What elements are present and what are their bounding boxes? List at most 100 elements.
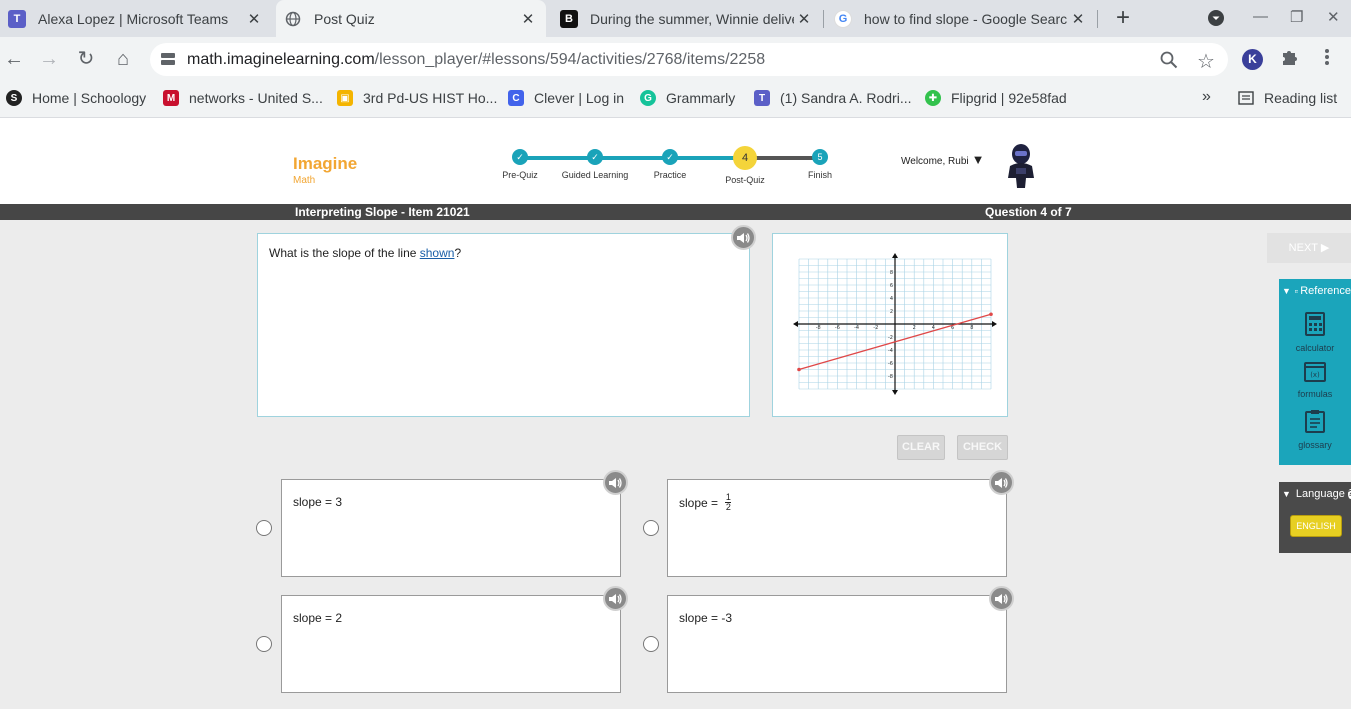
x-tick-label: 2 xyxy=(913,325,916,331)
bookmark-schoology[interactable]: S Home | Schoology xyxy=(6,90,146,106)
x-tick-label: 8 xyxy=(970,325,973,331)
x-axis-arrow-right xyxy=(992,321,997,327)
step-label-guided-learning: Guided Learning xyxy=(561,170,629,180)
reading-list-button[interactable]: Reading list xyxy=(1238,90,1337,106)
y-tick-label: 6 xyxy=(890,283,893,289)
tab-separator xyxy=(823,10,824,28)
answer-radio-2[interactable] xyxy=(643,520,659,536)
fraction: 12 xyxy=(725,492,732,512)
question-audio-speaker-icon[interactable] xyxy=(731,225,756,250)
minimize-icon[interactable]: — xyxy=(1253,8,1268,25)
graph-panel: -8 -6 -4 -2 2 4 6 8 8 6 4 2 -2 -4 -6 -8 xyxy=(772,233,1008,417)
close-tab-icon[interactable]: ✕ xyxy=(518,10,538,28)
progress-line-done xyxy=(520,156,745,160)
bookmark-networks[interactable]: Mnetworks - United S... xyxy=(163,90,323,106)
bookmark-flipgrid[interactable]: ✚ Flipgrid | 92e58fad xyxy=(925,90,1067,106)
welcome-menu[interactable]: Welcome, Rubi ▼ xyxy=(901,152,985,167)
english-language-button[interactable]: ENGLISH xyxy=(1290,515,1342,537)
tab-search-icon[interactable] xyxy=(1207,9,1225,31)
extensions-puzzle-icon[interactable] xyxy=(1280,47,1300,72)
question-text: What is the slope of the line shown? xyxy=(269,246,462,260)
lesson-info-bar: Interpreting Slope - Item 21021 Question… xyxy=(0,204,1351,220)
zoom-icon[interactable] xyxy=(1160,51,1178,74)
answer-text: slope = 2 xyxy=(293,611,343,625)
site-info-icon[interactable] xyxy=(161,53,175,65)
step-label-pre-quiz: Pre-Quiz xyxy=(502,170,538,180)
address-bar[interactable]: math.imaginelearning.com/lesson_player/#… xyxy=(150,43,1228,76)
bookmark-clever[interactable]: C Clever | Log in xyxy=(508,90,624,106)
reading-list-icon xyxy=(1238,90,1254,106)
formulas-tool[interactable]: (x) formulas xyxy=(1279,362,1351,399)
close-tab-icon[interactable]: ✕ xyxy=(244,10,264,28)
x-tick-label: -2 xyxy=(873,325,878,331)
language-toggle[interactable]: ▼ Language ? xyxy=(1279,488,1351,500)
home-icon[interactable]: ⌂ xyxy=(111,47,135,71)
bookmarks-bar: S Home | Schoology Mnetworks - United S..… xyxy=(0,82,1351,118)
back-arrow-icon[interactable]: ← xyxy=(2,47,26,71)
tab-teams[interactable]: T Alexa Lopez | Microsoft Teams ✕ xyxy=(0,0,272,37)
classroom-icon: ▣ xyxy=(337,90,353,106)
tab-brainly[interactable]: B During the summer, Winnie delive ✕ xyxy=(552,0,822,37)
answer-radio-4[interactable] xyxy=(643,636,659,652)
y-tick-label: -2 xyxy=(888,335,893,341)
step-label-practice: Practice xyxy=(653,170,687,180)
answer-choice-4[interactable]: slope = -3 xyxy=(667,595,1007,693)
forward-arrow-icon[interactable]: → xyxy=(37,47,61,71)
glossary-tool[interactable]: glossary xyxy=(1279,409,1351,450)
tab-google-search[interactable]: G how to find slope - Google Search ✕ xyxy=(826,0,1096,37)
bookmark-us-history[interactable]: ▣ 3rd Pd-US HIST Ho... xyxy=(337,90,497,106)
answer-radio-1[interactable] xyxy=(256,520,272,536)
close-tab-icon[interactable]: ✕ xyxy=(1068,10,1088,28)
answer-3-audio-speaker-icon[interactable] xyxy=(603,586,628,611)
answer-choice-1[interactable]: slope = 3 xyxy=(281,479,621,577)
mcgraw-hill-icon: M xyxy=(163,90,179,106)
svg-text:(x): (x) xyxy=(1310,371,1320,379)
shown-glossary-link[interactable]: shown xyxy=(420,246,455,260)
formulas-icon: (x) xyxy=(1304,362,1326,382)
bookmark-grammarly[interactable]: G Grammarly xyxy=(640,90,735,106)
brainly-icon: B xyxy=(560,9,578,28)
browser-toolbar: ← → ↻ ⌂ math.imaginelearning.com/lesson_… xyxy=(0,37,1351,82)
new-tab-plus-icon[interactable]: + xyxy=(1110,5,1136,31)
clever-icon: C xyxy=(508,90,524,106)
answer-radio-3[interactable] xyxy=(256,636,272,652)
answer-choice-3[interactable]: slope = 2 xyxy=(281,595,621,693)
y-tick-label: -4 xyxy=(888,348,893,354)
reference-book-icon xyxy=(1294,289,1299,293)
next-button[interactable]: NEXT ▶ xyxy=(1267,233,1351,263)
check-button[interactable]: CHECK xyxy=(957,435,1008,460)
grammarly-icon: G xyxy=(640,90,656,106)
profile-extension-icon[interactable]: K xyxy=(1242,49,1263,70)
tab-post-quiz[interactable]: Post Quiz ✕ xyxy=(276,0,546,37)
reference-toggle[interactable]: ▼ Reference xyxy=(1279,285,1351,297)
browser-tab-bar: T Alexa Lopez | Microsoft Teams ✕ Post Q… xyxy=(0,0,1351,37)
y-axis-arrow-down xyxy=(892,390,898,395)
answer-choice-2[interactable]: slope = 12 xyxy=(667,479,1007,577)
close-window-icon[interactable]: ✕ xyxy=(1327,8,1340,26)
step-guided-learning-check-icon: ✓ xyxy=(587,149,603,165)
teams-icon: T xyxy=(754,90,770,106)
user-avatar[interactable] xyxy=(1004,142,1038,188)
glossary-icon xyxy=(1305,410,1325,433)
restore-icon[interactable]: ❐ xyxy=(1290,8,1303,26)
answer-text: slope = 12 xyxy=(679,492,732,512)
bookmark-teams[interactable]: T (1) Sandra A. Rodri... xyxy=(754,90,912,106)
clear-button[interactable]: CLEAR xyxy=(897,435,945,460)
y-axis-arrow-up xyxy=(892,253,898,258)
bookmark-star-icon[interactable]: ☆ xyxy=(1197,49,1215,74)
flipgrid-icon: ✚ xyxy=(925,90,941,106)
answer-4-audio-speaker-icon[interactable] xyxy=(989,586,1014,611)
reload-icon[interactable]: ↻ xyxy=(74,47,98,71)
answer-2-audio-speaker-icon[interactable] xyxy=(989,470,1014,495)
calculator-tool[interactable]: calculator xyxy=(1279,312,1351,353)
answer-1-audio-speaker-icon[interactable] xyxy=(603,470,628,495)
teams-icon: T xyxy=(8,9,26,28)
step-label-finish: Finish xyxy=(807,170,832,180)
app-logo-subtitle: Math xyxy=(293,175,316,186)
menu-kebab-icon[interactable] xyxy=(1318,47,1336,72)
step-practice-check-icon: ✓ xyxy=(662,149,678,165)
schoology-icon: S xyxy=(6,90,22,106)
more-bookmarks-chevron-icon[interactable]: » xyxy=(1202,88,1211,106)
answer-text: slope = -3 xyxy=(679,611,733,625)
close-tab-icon[interactable]: ✕ xyxy=(794,10,814,28)
